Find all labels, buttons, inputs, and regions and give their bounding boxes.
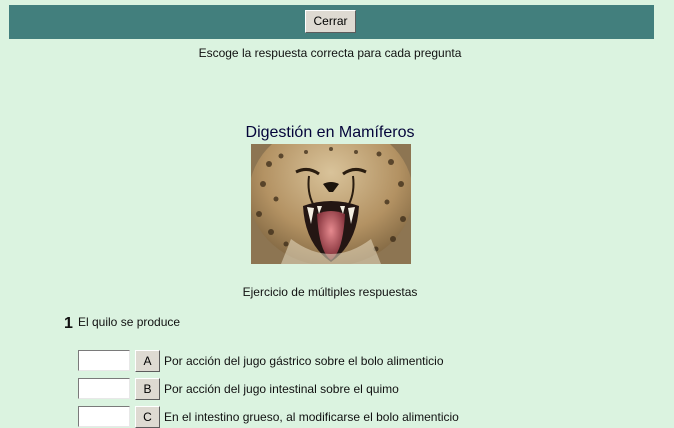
close-button[interactable]: Cerrar <box>305 10 356 33</box>
cheetah-photo <box>251 144 411 264</box>
question-text: El quilo se produce <box>78 315 181 329</box>
answer-text-a: Por acción del jugo gástrico sobre el bo… <box>164 354 444 368</box>
answer-button-b[interactable]: B <box>135 378 160 400</box>
answer-input-a[interactable] <box>78 350 130 371</box>
answer-text-b: Por acción del jugo intestinal sobre el … <box>164 382 399 396</box>
question-number: 1 <box>64 315 73 332</box>
quiz-title: Digestión en Mamíferos <box>245 124 415 141</box>
header-bar: Cerrar <box>9 5 654 39</box>
exercise-type-label: Ejercicio de múltiples respuestas <box>242 285 418 299</box>
answer-input-c[interactable] <box>78 406 130 427</box>
answer-text-c: En el intestino grueso, al modificarse e… <box>164 410 459 424</box>
answer-row-a: A Por acción del jugo gástrico sobre el … <box>78 350 658 372</box>
answer-input-b[interactable] <box>78 378 130 399</box>
answer-row-c: C En el intestino grueso, al modificarse… <box>78 406 658 428</box>
instructions-text: Escoge la respuesta correcta para cada p… <box>198 46 462 60</box>
answer-button-c[interactable]: C <box>135 406 160 428</box>
answer-row-b: B Por acción del jugo intestinal sobre e… <box>78 378 658 400</box>
answer-button-a[interactable]: A <box>135 350 160 372</box>
